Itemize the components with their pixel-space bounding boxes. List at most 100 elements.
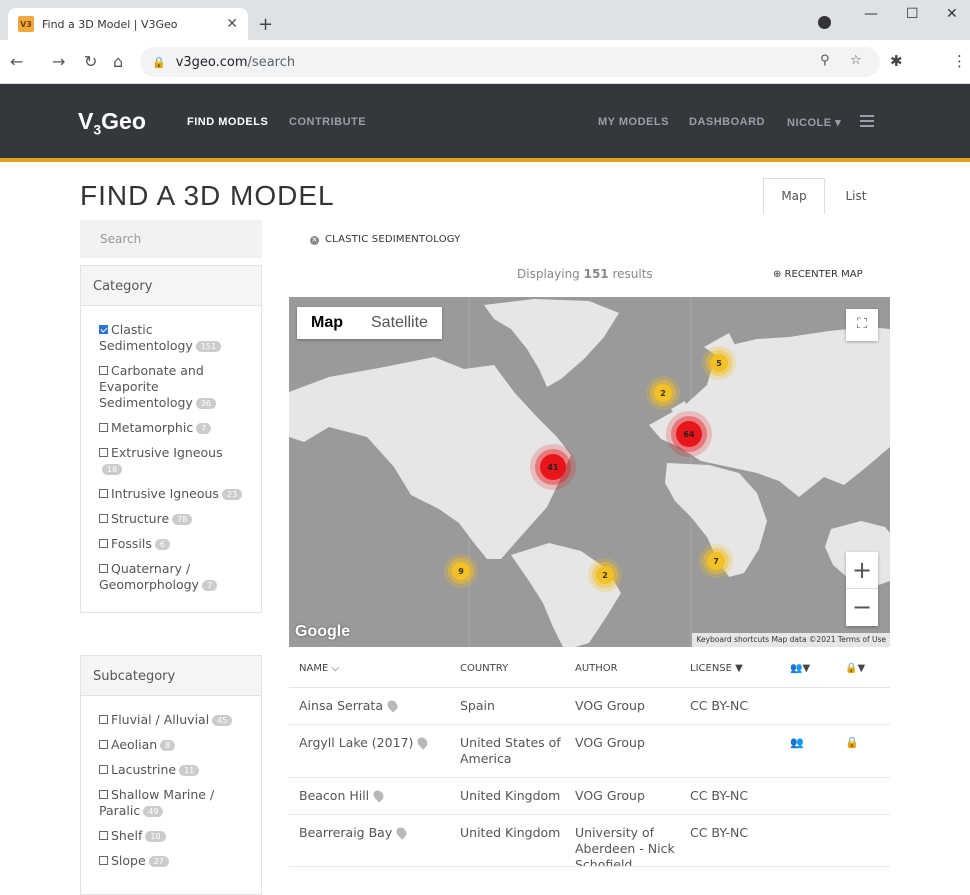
fullscreen-icon[interactable]: ⛶ [846, 309, 878, 341]
category-option[interactable]: Clastic Sedimentology 151 [99, 322, 243, 354]
category-option[interactable]: Fossils 6 [99, 536, 243, 552]
map-cluster[interactable]: 64 [676, 421, 702, 447]
group-access-icon [790, 698, 845, 714]
active-filter-chip[interactable]: ✕ CLASTIC SEDIMENTOLOGY [310, 234, 461, 245]
subcategory-option[interactable]: Shallow Marine / Paralic 49 [99, 787, 243, 819]
map-cluster[interactable]: 5 [710, 354, 728, 372]
checkbox[interactable] [99, 366, 108, 375]
back-arrow-icon[interactable]: ← [10, 52, 23, 71]
subcategory-option[interactable]: Aeolian 8 [99, 737, 243, 753]
checkbox[interactable] [99, 325, 108, 334]
sort-name-header[interactable]: NAME ⌵ [289, 663, 460, 674]
category-option[interactable]: Quaternary / Geomorphology 7 [99, 561, 243, 593]
model-name: Bearreraig Bay [299, 825, 393, 840]
checkbox[interactable] [99, 489, 108, 498]
browser-menu-icon[interactable]: ⋮ [952, 52, 967, 70]
country-cell: United Kingdom [460, 825, 561, 840]
checkbox[interactable] [99, 564, 108, 573]
table-row[interactable]: Beacon Hill United Kingdom VOG Group CC BY-… [289, 778, 890, 815]
nav-my-models[interactable]: MY MODELS [598, 116, 669, 128]
table-row[interactable]: Argyll Lake (2017) United States of Ameri… [289, 725, 890, 778]
remove-filter-icon[interactable]: ✕ [310, 236, 319, 245]
forward-arrow-icon[interactable]: → [52, 52, 65, 71]
v3geo-logo[interactable]: V3Geo [78, 108, 146, 138]
nav-contribute[interactable]: CONTRIBUTE [289, 116, 366, 128]
model-name-cell[interactable]: Beacon Hill [289, 788, 460, 804]
checkbox[interactable] [99, 856, 108, 865]
model-name-cell[interactable]: Bearreraig Bay [289, 825, 460, 856]
checkbox[interactable] [99, 448, 108, 457]
checkbox[interactable] [99, 715, 108, 724]
subcategory-option[interactable]: Lacustrine 11 [99, 762, 243, 778]
nav-dashboard[interactable]: DASHBOARD [689, 116, 765, 128]
table-row[interactable]: Bearreraig Bay United Kingdom University o… [289, 815, 890, 867]
subcategory-option[interactable]: Shelf 10 [99, 828, 243, 844]
new-tab-icon[interactable]: + [258, 14, 273, 35]
lock-filter-icon[interactable]: 🔒▼ [845, 663, 890, 674]
model-name-cell[interactable]: Argyll Lake (2017) [289, 735, 460, 767]
license-cell: CC BY-NC [690, 788, 749, 803]
zoom-in-button[interactable]: + [846, 552, 878, 589]
address-bar-row: ← → ↻ ⌂ 🔒 v3geo.com/search ⚲ ☆ ✱ ⋮ [0, 40, 970, 84]
reload-icon[interactable]: ↻ [84, 52, 97, 71]
zoom-lens-icon[interactable]: ⚲ [820, 53, 830, 68]
bookmark-star-icon[interactable]: ☆ [850, 53, 862, 68]
category-option-label: Clastic Sedimentology [99, 322, 193, 353]
checkbox[interactable] [99, 423, 108, 432]
view-tabs: Map List [763, 178, 887, 214]
window-close-icon[interactable]: ✕ [946, 6, 958, 22]
subcategory-option[interactable]: Fluvial / Alluvial 45 [99, 712, 243, 728]
hamburger-menu-icon[interactable] [860, 112, 874, 130]
tab-list[interactable]: List [825, 178, 887, 214]
checkbox[interactable] [99, 765, 108, 774]
model-name-cell[interactable]: Ainsa Serrata [289, 698, 460, 714]
nav-find-models[interactable]: FIND MODELS [187, 116, 268, 128]
map-cluster[interactable]: 7 [707, 552, 725, 570]
map-type-map[interactable]: Map [297, 307, 357, 339]
map-pin-icon[interactable] [385, 698, 400, 713]
checkbox[interactable] [99, 740, 108, 749]
count-badge: 27 [148, 856, 169, 867]
table-row[interactable]: Ainsa Serrata Spain VOG Group CC BY-NC [289, 688, 890, 725]
map-cluster[interactable]: 2 [596, 566, 614, 584]
license-filter-header[interactable]: LICENSE ▼ [690, 663, 790, 674]
maximize-icon[interactable]: ☐ [906, 6, 919, 22]
checkbox[interactable] [99, 831, 108, 840]
subcategory-option[interactable]: Slope 27 [99, 853, 243, 869]
world-map[interactable]: Map Satellite ⛶ 5 2 64 41 9 2 7 + − Goog… [289, 297, 890, 647]
group-filter-icon[interactable]: 👥▼ [790, 663, 845, 674]
map-cluster[interactable]: 9 [452, 562, 470, 580]
search-input[interactable]: Search [80, 220, 262, 258]
close-tab-icon[interactable]: ✕ [226, 16, 238, 32]
map-pin-icon[interactable] [371, 788, 386, 803]
checkbox[interactable] [99, 514, 108, 523]
category-option[interactable]: Intrusive Igneous 23 [99, 486, 243, 502]
browser-tab[interactable]: V3 Find a 3D Model | V3Geo ✕ [8, 8, 248, 40]
map-attribution[interactable]: Keyboard shortcuts Map data ©2021 Terms … [692, 633, 890, 647]
extensions-puzzle-icon[interactable]: ✱ [890, 52, 903, 70]
category-option[interactable]: Carbonate and Evaporite Sedimentology 36 [99, 363, 243, 411]
home-icon[interactable]: ⌂ [113, 52, 123, 71]
profile-icon[interactable] [818, 16, 831, 29]
checkbox[interactable] [99, 790, 108, 799]
checkbox[interactable] [99, 539, 108, 548]
nav-user-menu[interactable]: NICOLE ▾ [787, 116, 841, 129]
count-badge: 49 [143, 806, 164, 817]
map-cluster[interactable]: 41 [540, 454, 566, 480]
tab-map[interactable]: Map [763, 178, 825, 214]
map-type-satellite[interactable]: Satellite [357, 307, 442, 339]
zoom-out-button[interactable]: − [846, 589, 878, 626]
map-pin-icon[interactable] [394, 825, 409, 840]
category-panel: Category Clastic Sedimentology 151 Carbona… [80, 265, 262, 613]
recenter-map-button[interactable]: ⊕ RECENTER MAP [773, 269, 863, 280]
category-option[interactable]: Metamorphic 7 [99, 420, 243, 436]
minimize-icon[interactable]: — [864, 6, 878, 22]
group-access-icon [790, 788, 845, 804]
category-option[interactable]: Extrusive Igneous 18 [99, 445, 243, 477]
license-cell: CC BY-NC [690, 825, 749, 840]
map-pin-icon[interactable] [415, 735, 430, 750]
category-option[interactable]: Structure 78 [99, 511, 243, 527]
map-cluster[interactable]: 2 [654, 384, 672, 402]
count-badge: 45 [212, 715, 233, 726]
url-field[interactable]: 🔒 v3geo.com/search ⚲ ☆ [140, 47, 880, 77]
